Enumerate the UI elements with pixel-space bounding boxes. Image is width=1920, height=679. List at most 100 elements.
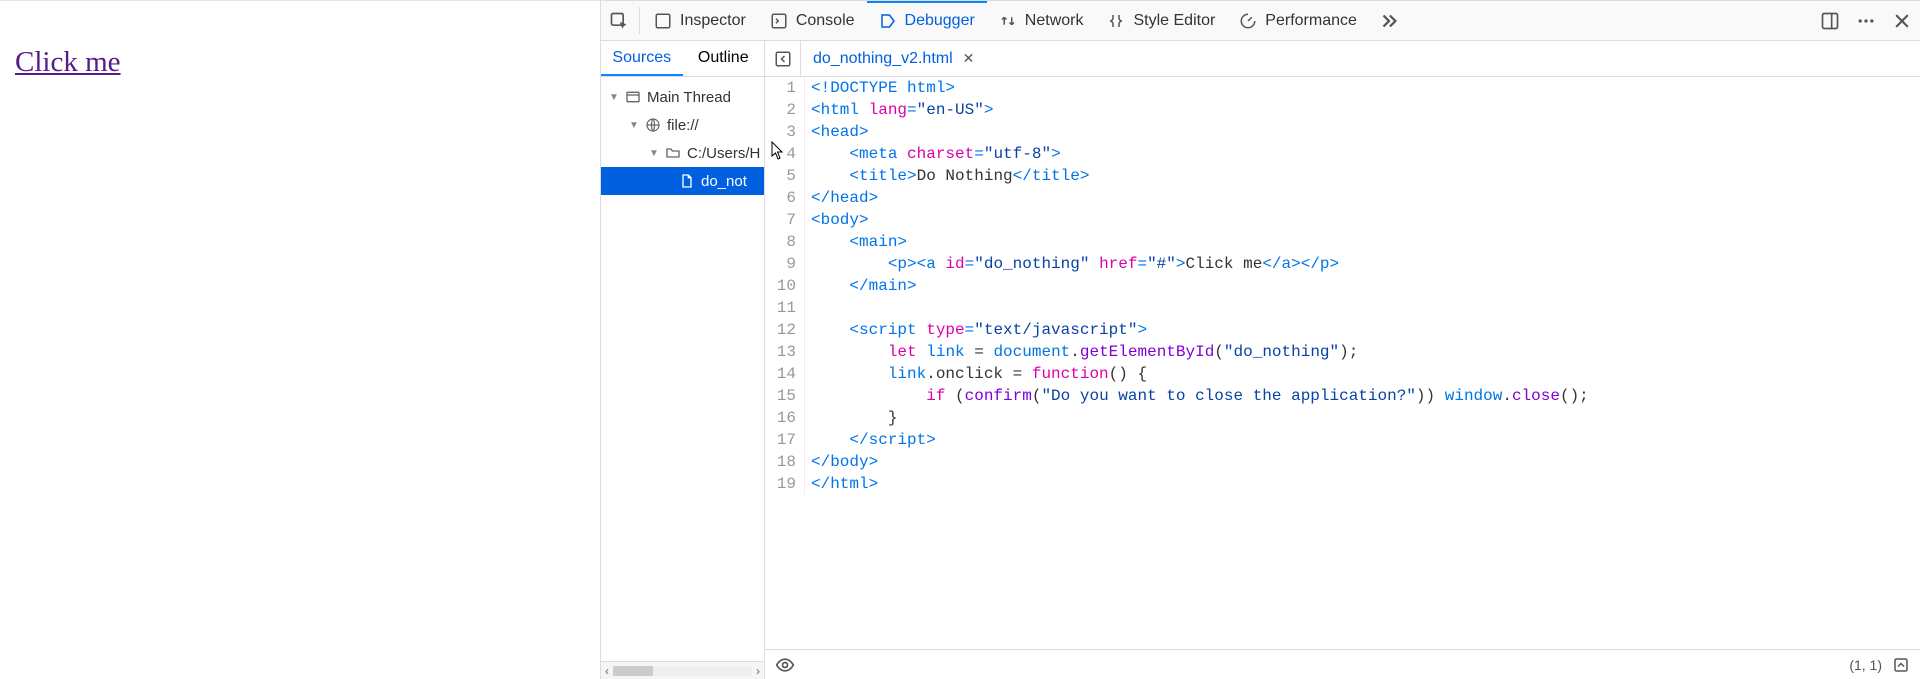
close-file-icon[interactable]: ✕: [963, 50, 975, 67]
line-number[interactable]: 18: [765, 451, 805, 473]
line-number[interactable]: 3: [765, 121, 805, 143]
cursor-position: (1, 1): [1849, 657, 1882, 673]
tree-main-thread[interactable]: ▼ Main Thread: [601, 83, 764, 111]
line-number[interactable]: 15: [765, 385, 805, 407]
code-line[interactable]: 2<html lang="en-US">: [765, 99, 1920, 121]
code-content: let link = document.getElementById("do_n…: [805, 341, 1358, 363]
tab-label: Network: [1025, 12, 1084, 30]
line-number[interactable]: 11: [765, 297, 805, 319]
debugger-subbar: Sources Outline do_nothing_v2.html ✕: [601, 41, 1920, 77]
code-content: </script>: [805, 429, 936, 451]
line-number[interactable]: 12: [765, 319, 805, 341]
tab-network[interactable]: Network: [987, 1, 1096, 40]
code-content: </html>: [805, 473, 878, 495]
line-number[interactable]: 5: [765, 165, 805, 187]
tree-scheme[interactable]: ▼ file://: [601, 111, 764, 139]
pick-element-icon[interactable]: [601, 1, 637, 40]
line-number[interactable]: 17: [765, 429, 805, 451]
tree-file-selected[interactable]: do_not: [601, 167, 764, 195]
tree-folder[interactable]: ▼ C:/Users/H: [601, 139, 764, 167]
tree-horizontal-scrollbar[interactable]: ‹ ›: [601, 661, 764, 679]
code-content: <head>: [805, 121, 869, 143]
line-number[interactable]: 19: [765, 473, 805, 495]
code-content: <!DOCTYPE html>: [805, 77, 955, 99]
code-line[interactable]: 16 }: [765, 407, 1920, 429]
code-line[interactable]: 7<body>: [765, 209, 1920, 231]
code-line[interactable]: 5 <title>Do Nothing</title>: [765, 165, 1920, 187]
window-icon: [625, 89, 641, 105]
line-number[interactable]: 2: [765, 99, 805, 121]
devtools-panel: Inspector Console Debugger Network Style…: [600, 0, 1920, 679]
code-content: <p><a id="do_nothing" href="#">Click me<…: [805, 253, 1339, 275]
line-number[interactable]: 10: [765, 275, 805, 297]
line-number[interactable]: 7: [765, 209, 805, 231]
scrollbar-thumb[interactable]: [613, 666, 653, 676]
tab-inspector[interactable]: Inspector: [642, 1, 758, 40]
click-me-link[interactable]: Click me: [15, 46, 121, 79]
code-content: <main>: [805, 231, 907, 253]
line-number[interactable]: 4: [765, 143, 805, 165]
code-line[interactable]: 10 </main>: [765, 275, 1920, 297]
line-number[interactable]: 1: [765, 77, 805, 99]
page-viewport: Click me: [0, 0, 600, 679]
tab-style-editor[interactable]: Style Editor: [1095, 1, 1227, 40]
code-line[interactable]: 18</body>: [765, 451, 1920, 473]
tab-label: Style Editor: [1133, 12, 1215, 30]
line-number[interactable]: 13: [765, 341, 805, 363]
code-content: }: [805, 407, 897, 429]
goto-line-icon[interactable]: [1892, 656, 1910, 674]
code-content: <meta charset="utf-8">: [805, 143, 1061, 165]
file-tab-label: do_nothing_v2.html: [813, 50, 953, 68]
line-number[interactable]: 6: [765, 187, 805, 209]
code-editor: 1<!DOCTYPE html>2<html lang="en-US">3<he…: [765, 77, 1920, 679]
code-line[interactable]: 17 </script>: [765, 429, 1920, 451]
code-line[interactable]: 14 link.onclick = function() {: [765, 363, 1920, 385]
code-area[interactable]: 1<!DOCTYPE html>2<html lang="en-US">3<he…: [765, 77, 1920, 649]
file-icon: [679, 173, 695, 189]
dock-mode-icon[interactable]: [1812, 1, 1848, 40]
tab-debugger[interactable]: Debugger: [867, 1, 987, 40]
tab-label: Console: [796, 12, 855, 30]
code-content: </head>: [805, 187, 878, 209]
meatball-menu-icon[interactable]: [1848, 1, 1884, 40]
devtools-toolbar: Inspector Console Debugger Network Style…: [601, 1, 1920, 41]
subtab-sources[interactable]: Sources: [601, 41, 683, 76]
code-line[interactable]: 9 <p><a id="do_nothing" href="#">Click m…: [765, 253, 1920, 275]
code-line[interactable]: 13 let link = document.getElementById("d…: [765, 341, 1920, 363]
tree-label: do_not: [701, 173, 747, 190]
code-line[interactable]: 12 <script type="text/javascript">: [765, 319, 1920, 341]
tab-label: Debugger: [905, 12, 975, 30]
line-number[interactable]: 9: [765, 253, 805, 275]
code-line[interactable]: 19</html>: [765, 473, 1920, 495]
line-number[interactable]: 8: [765, 231, 805, 253]
code-line[interactable]: 8 <main>: [765, 231, 1920, 253]
code-line[interactable]: 3<head>: [765, 121, 1920, 143]
scroll-left-icon[interactable]: ‹: [605, 664, 609, 678]
globe-icon: [645, 117, 661, 133]
line-number[interactable]: 16: [765, 407, 805, 429]
code-line[interactable]: 1<!DOCTYPE html>: [765, 77, 1920, 99]
code-line[interactable]: 15 if (confirm("Do you want to close the…: [765, 385, 1920, 407]
code-line[interactable]: 6</head>: [765, 187, 1920, 209]
collapse-pane-icon[interactable]: [765, 41, 801, 76]
code-line[interactable]: 4 <meta charset="utf-8">: [765, 143, 1920, 165]
folder-icon: [665, 145, 681, 161]
scroll-right-icon[interactable]: ›: [756, 664, 760, 678]
line-number[interactable]: 14: [765, 363, 805, 385]
close-devtools-icon[interactable]: [1884, 1, 1920, 40]
code-content: </body>: [805, 451, 878, 473]
code-content: if (confirm("Do you want to close the ap…: [805, 385, 1589, 407]
code-status-bar: (1, 1): [765, 649, 1920, 679]
source-tree: ▼ Main Thread ▼ file:// ▼ C:/Users/H: [601, 77, 765, 679]
tab-console[interactable]: Console: [758, 1, 867, 40]
watch-expressions-icon[interactable]: [775, 655, 795, 675]
code-content: <body>: [805, 209, 869, 231]
subtab-outline[interactable]: Outline: [683, 41, 765, 76]
tree-label: C:/Users/H: [687, 145, 760, 162]
open-file-tab[interactable]: do_nothing_v2.html ✕: [801, 41, 986, 76]
tab-label: Performance: [1265, 12, 1357, 30]
overflow-tabs-icon[interactable]: [1369, 1, 1409, 40]
code-line[interactable]: 11: [765, 297, 1920, 319]
tab-performance[interactable]: Performance: [1227, 1, 1369, 40]
code-content: <script type="text/javascript">: [805, 319, 1147, 341]
